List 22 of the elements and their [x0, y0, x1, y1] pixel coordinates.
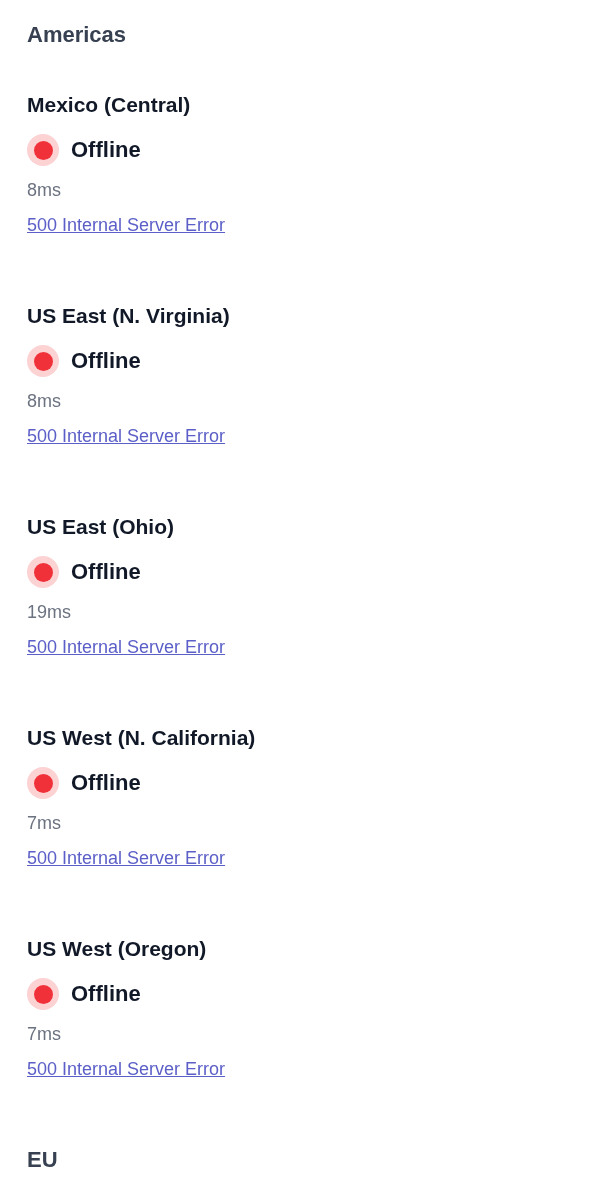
- region-name: US West (Oregon): [27, 936, 207, 962]
- region-name: US East (N. Virginia): [27, 303, 230, 329]
- region-name: US West (N. California): [27, 725, 256, 751]
- section-heading: EU: [27, 1146, 58, 1174]
- error-link[interactable]: 500 Internal Server Error: [27, 426, 226, 446]
- status-label: Offline: [71, 137, 141, 163]
- latency-text: 19ms: [27, 601, 71, 624]
- latency-text: 8ms: [27, 390, 61, 413]
- status-label: Offline: [71, 559, 141, 585]
- status-label: Offline: [71, 981, 141, 1007]
- status-label: Offline: [71, 348, 141, 374]
- region-name: US East (Ohio): [27, 514, 174, 540]
- latency-text: 8ms: [27, 179, 61, 202]
- status-label: Offline: [71, 770, 141, 796]
- error-link[interactable]: 500 Internal Server Error: [27, 637, 226, 657]
- error-link[interactable]: 500 Internal Server Error: [27, 1059, 226, 1079]
- latency-text: 7ms: [27, 1023, 61, 1046]
- error-link[interactable]: 500 Internal Server Error: [27, 848, 226, 868]
- region-name: Mexico (Central): [27, 92, 191, 118]
- latency-text: 7ms: [27, 812, 61, 835]
- error-link[interactable]: 500 Internal Server Error: [27, 215, 226, 235]
- section-heading: Americas: [27, 21, 127, 49]
